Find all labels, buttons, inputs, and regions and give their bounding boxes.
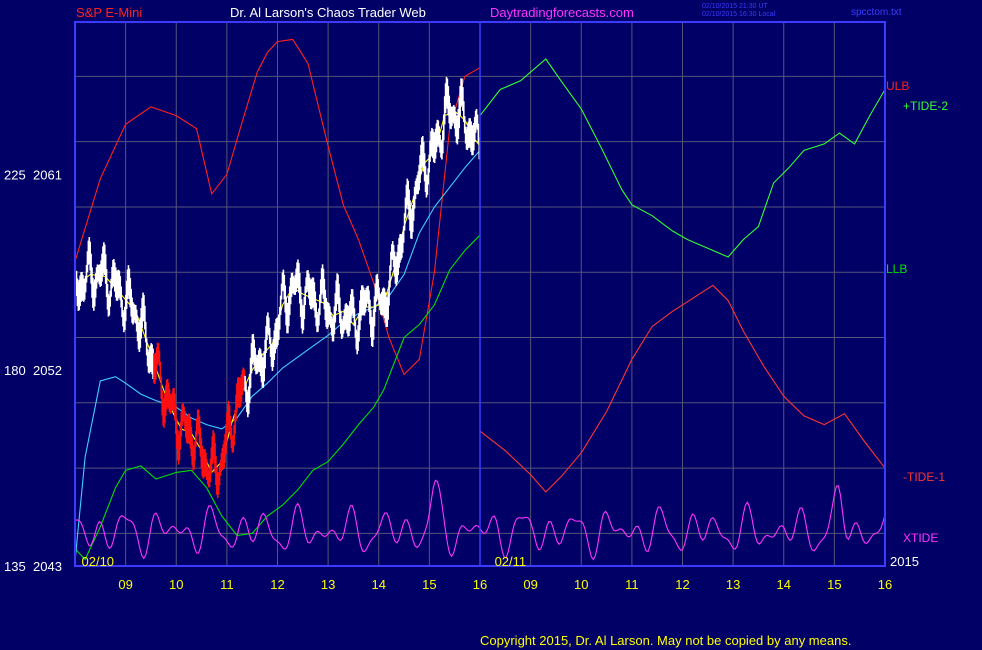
date-label: 02/10 [82,554,115,569]
x-tick-label: 16 [473,577,487,592]
y-tick-label-right: 2061 [33,167,62,182]
x-tick-label: 15 [422,577,436,592]
author-title: Dr. Al Larson's Chaos Trader Web [230,5,426,20]
x-tick-label: 15 [827,577,841,592]
line-label-llb: LLB [886,262,907,276]
symbol-label: S&P E-Mini [76,5,142,20]
line-labels: ULB +TIDE-2 LLB -TIDE-1 XTIDE [886,79,948,545]
x-tick-label: 14 [777,577,791,592]
y-tick-label-right: 2052 [33,363,62,378]
line-label-tide2: +TIDE-2 [903,99,948,113]
x-tick-label: 12 [675,577,689,592]
line-label-ulb: ULB [886,79,909,93]
line-label-tide1: -TIDE-1 [903,470,945,484]
x-tick-label: 09 [118,577,132,592]
x-tick-label: 10 [169,577,183,592]
y-tick-label-right: 2043 [33,559,62,574]
timestamp-ut: 02/10/2015 21:30 UT [702,3,768,10]
series-layer [74,22,886,566]
line-label-xtide: XTIDE [903,531,938,545]
x-tick-label: 16 [878,577,892,592]
year-label: 2015 [890,554,919,569]
y-tick-label-left: 135 [4,559,26,574]
x-tick-label: 13 [321,577,335,592]
chart-svg: 135 2043 180 2052 225 2061 09 10 11 12 13 14 15 16 09 1… [4,3,948,648]
y-tick-label-left: 180 [4,363,26,378]
x-tick-label: 12 [270,577,284,592]
x-tick-label: 11 [625,577,639,592]
x-tick-label: 14 [372,577,386,592]
x-tick-label: 11 [220,577,234,592]
x-tick-label: 09 [523,577,537,592]
x-tick-label: 13 [726,577,740,592]
y-tick-label-left: 225 [4,167,26,182]
date-label: 02/11 [495,554,527,569]
site-link[interactable]: Daytradingforecasts.com [490,5,634,20]
axes: 135 2043 180 2052 225 2061 09 10 11 12 13 14 15 16 09 1… [4,21,919,592]
copyright-notice: Copyright 2015, Dr. Al Larson. May not b… [480,633,851,648]
timestamp-local: 02/10/2015 16:30 Local [702,11,776,18]
data-file-name: spcctom.txt [851,7,902,18]
x-tick-label: 10 [574,577,588,592]
chart-page: 135 2043 180 2052 225 2061 09 10 11 12 13 14 15 16 09 1… [0,0,982,650]
